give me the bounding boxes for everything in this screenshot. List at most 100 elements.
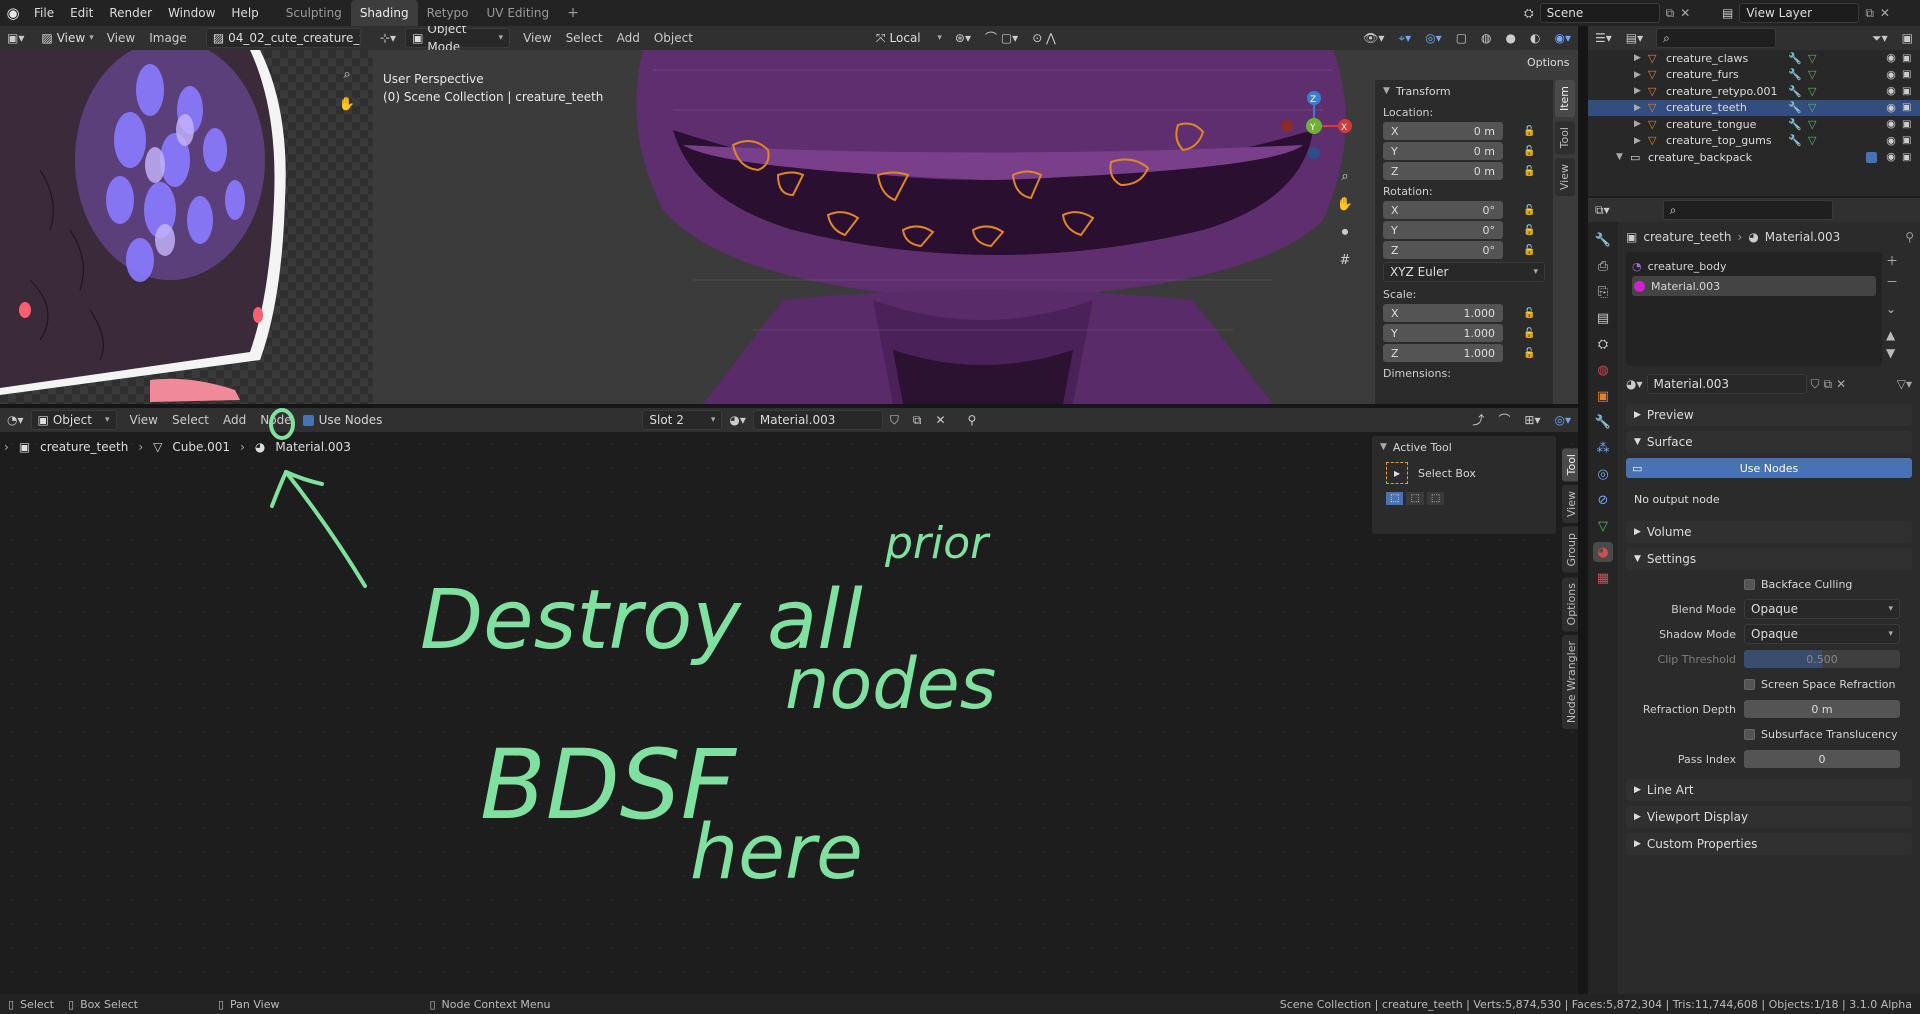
constraints-icon[interactable]: ⊘ [1593,490,1613,510]
lock-icon[interactable]: 🔓 [1523,348,1535,359]
scene-field[interactable]: Scene [1539,3,1660,23]
menu-object[interactable]: Object [647,27,700,49]
collection-checkbox[interactable] [1866,151,1877,163]
visibility-icon[interactable]: 👁▾ [1356,27,1391,49]
blend-mode-dropdown[interactable]: Opaque ▾ [1744,599,1900,619]
active-tool-row[interactable]: ▸ Select Box [1372,458,1556,488]
tab-group[interactable]: Group [1562,527,1578,573]
expand-icon[interactable]: ▶ [1634,103,1641,113]
orientation-dropdown[interactable]: ⤧ Local ▾ [869,28,948,48]
copy-icon[interactable]: ⧉ [1666,6,1675,21]
filter-icon[interactable]: ⏷▾ [1865,27,1895,49]
close-icon[interactable]: ✕ [1880,6,1890,20]
mode-dropdown[interactable]: ▣ Object Mode ▾ [405,26,511,54]
lock-icon[interactable]: 🔓 [1523,166,1535,177]
expand-icon[interactable]: ▶ [1634,86,1641,96]
outliner-item[interactable]: ▶ ▽ creature_teeth 🔧 ▽ ◉ ▣ [1588,99,1920,116]
location-y-field[interactable]: Y 0 m [1383,142,1503,160]
menu-file[interactable]: File [26,0,62,26]
view-layer-field[interactable]: View Layer [1739,3,1860,23]
location-z-field[interactable]: Z 0 m [1383,162,1503,180]
rotation-y-field[interactable]: Y 0° [1383,221,1503,239]
rotation-mode-dropdown[interactable]: XYZ Euler ▾ [1383,262,1545,282]
scale-y-field[interactable]: Y 1.000 [1383,324,1503,342]
parent-node-icon[interactable]: ⤴ [1465,409,1491,431]
scene-icon[interactable]: ⛭ [1593,334,1613,354]
backface-culling-checkbox[interactable] [1744,578,1755,590]
camera-icon[interactable]: ▣ [1902,86,1911,97]
eye-icon[interactable]: ◉ [1884,118,1898,129]
sss-checkbox[interactable] [1744,728,1755,740]
editor-type-icon[interactable]: ⊹▾ [373,27,403,49]
active-tool-header[interactable]: ▼ Active Tool [1372,436,1556,458]
object-icon[interactable]: ▣ [1593,386,1613,406]
section-volume[interactable]: ▶ Volume [1626,521,1912,543]
close-icon[interactable]: ✕ [1680,6,1690,20]
shading-solid-icon[interactable]: ● [1499,27,1523,49]
tab-item[interactable]: Item [1555,80,1575,118]
overlays-icon[interactable]: ◎▾ [1418,27,1449,49]
lock-icon[interactable]: 🔓 [1523,146,1535,157]
camera-icon[interactable]: ▣ [1902,102,1911,113]
refraction-depth-field[interactable]: 0 m [1744,700,1900,718]
section-settings[interactable]: ▼ Settings [1626,548,1912,570]
zoom-icon[interactable]: ⌕ [337,64,357,84]
lock-icon[interactable]: 🔓 [1523,225,1535,236]
clip-threshold-slider[interactable]: 0.500 [1744,650,1900,668]
section-preview[interactable]: ▶ Preview [1626,404,1912,426]
pivot-icon[interactable]: ⊛▾ [948,27,978,49]
expand-icon[interactable]: ▶ [1634,70,1641,80]
tab-sculpting[interactable]: Sculpting [277,0,351,26]
tab-view[interactable]: View [1555,158,1575,197]
tool-settings-icon[interactable]: 🔧 [1593,230,1613,250]
tab-view[interactable]: View [1562,485,1578,524]
navigation-gizmo[interactable]: Z X Y [1273,86,1353,168]
add-workspace-button[interactable]: + [558,0,588,26]
image-canvas[interactable] [0,40,373,404]
eye-icon[interactable]: ◉ [1884,52,1898,63]
menu-image[interactable]: Image [142,27,194,49]
options-button[interactable]: Options [1521,55,1576,70]
render-icon[interactable]: ⎙ [1593,256,1613,276]
use-nodes-button[interactable]: ▭ Use Nodes [1626,458,1912,478]
select-new-icon[interactable]: ⬚ [1386,492,1404,505]
pin-icon[interactable]: ⚲ [1905,230,1914,244]
modifier-icon[interactable]: 🔧 [1593,412,1613,432]
properties-search-input[interactable]: ⌕ [1662,200,1833,220]
shading-wireframe-icon[interactable]: ◍ [1474,27,1498,49]
physics-icon[interactable]: ◎ [1593,464,1613,484]
expand-icon[interactable]: ▶ [1634,53,1641,63]
remove-slot-button[interactable]: － [1886,273,1898,290]
data-icon[interactable]: ▽ [1593,516,1613,536]
shading-material-icon[interactable]: ◐ [1523,27,1547,49]
outliner-item[interactable]: ▶ ▽ creature_top_gums 🔧 ▽ ◉ ▣ [1588,133,1920,150]
overlays-icon[interactable]: ◎▾ [1548,409,1579,431]
blender-logo-icon[interactable]: ◉ [0,4,26,22]
area-divider[interactable] [0,404,1578,408]
lock-icon[interactable]: 🔓 [1523,328,1535,339]
link-icon[interactable]: ▽▾ [1897,377,1912,391]
hand-icon[interactable]: ✋ [337,94,357,114]
section-line-art[interactable]: ▶ Line Art [1626,779,1912,801]
camera-icon[interactable]: ▣ [1902,152,1911,163]
copy-icon[interactable]: ⧉ [1865,6,1874,21]
xray-icon[interactable]: ▢ [1449,27,1474,49]
node-editor[interactable]: ◔▾ ▣ Object ▾ View Select Add Node Use Nod… [0,408,1578,994]
eye-icon[interactable]: ◉ [1884,85,1898,96]
editor-type-icon[interactable]: ▣▾ [0,27,31,49]
area-divider-vertical[interactable] [1578,26,1588,994]
tab-tool[interactable]: Tool [1562,448,1578,482]
outliner-item[interactable]: ▶ ▽ creature_tongue 🔧 ▽ ◉ ▣ [1588,116,1920,133]
move-up-button[interactable]: ▲ [1886,328,1898,342]
select-subtract-icon[interactable]: ⬚ [1426,492,1445,505]
copy-icon[interactable]: ⧉ [1824,377,1833,392]
menu-select[interactable]: Select [559,27,610,49]
fake-user-icon[interactable]: ⛉ [1811,377,1820,392]
sss-row[interactable]: Subsurface Translucency [1626,725,1912,743]
texture-icon[interactable]: ▦ [1593,568,1613,588]
camera-icon[interactable]: ▣ [1902,53,1911,64]
menu-view[interactable]: View [516,27,558,49]
scale-x-field[interactable]: X 1.000 [1383,304,1503,322]
hand-icon[interactable]: ✋ [1335,194,1355,214]
outliner-search-input[interactable]: ⌕ [1656,28,1777,48]
